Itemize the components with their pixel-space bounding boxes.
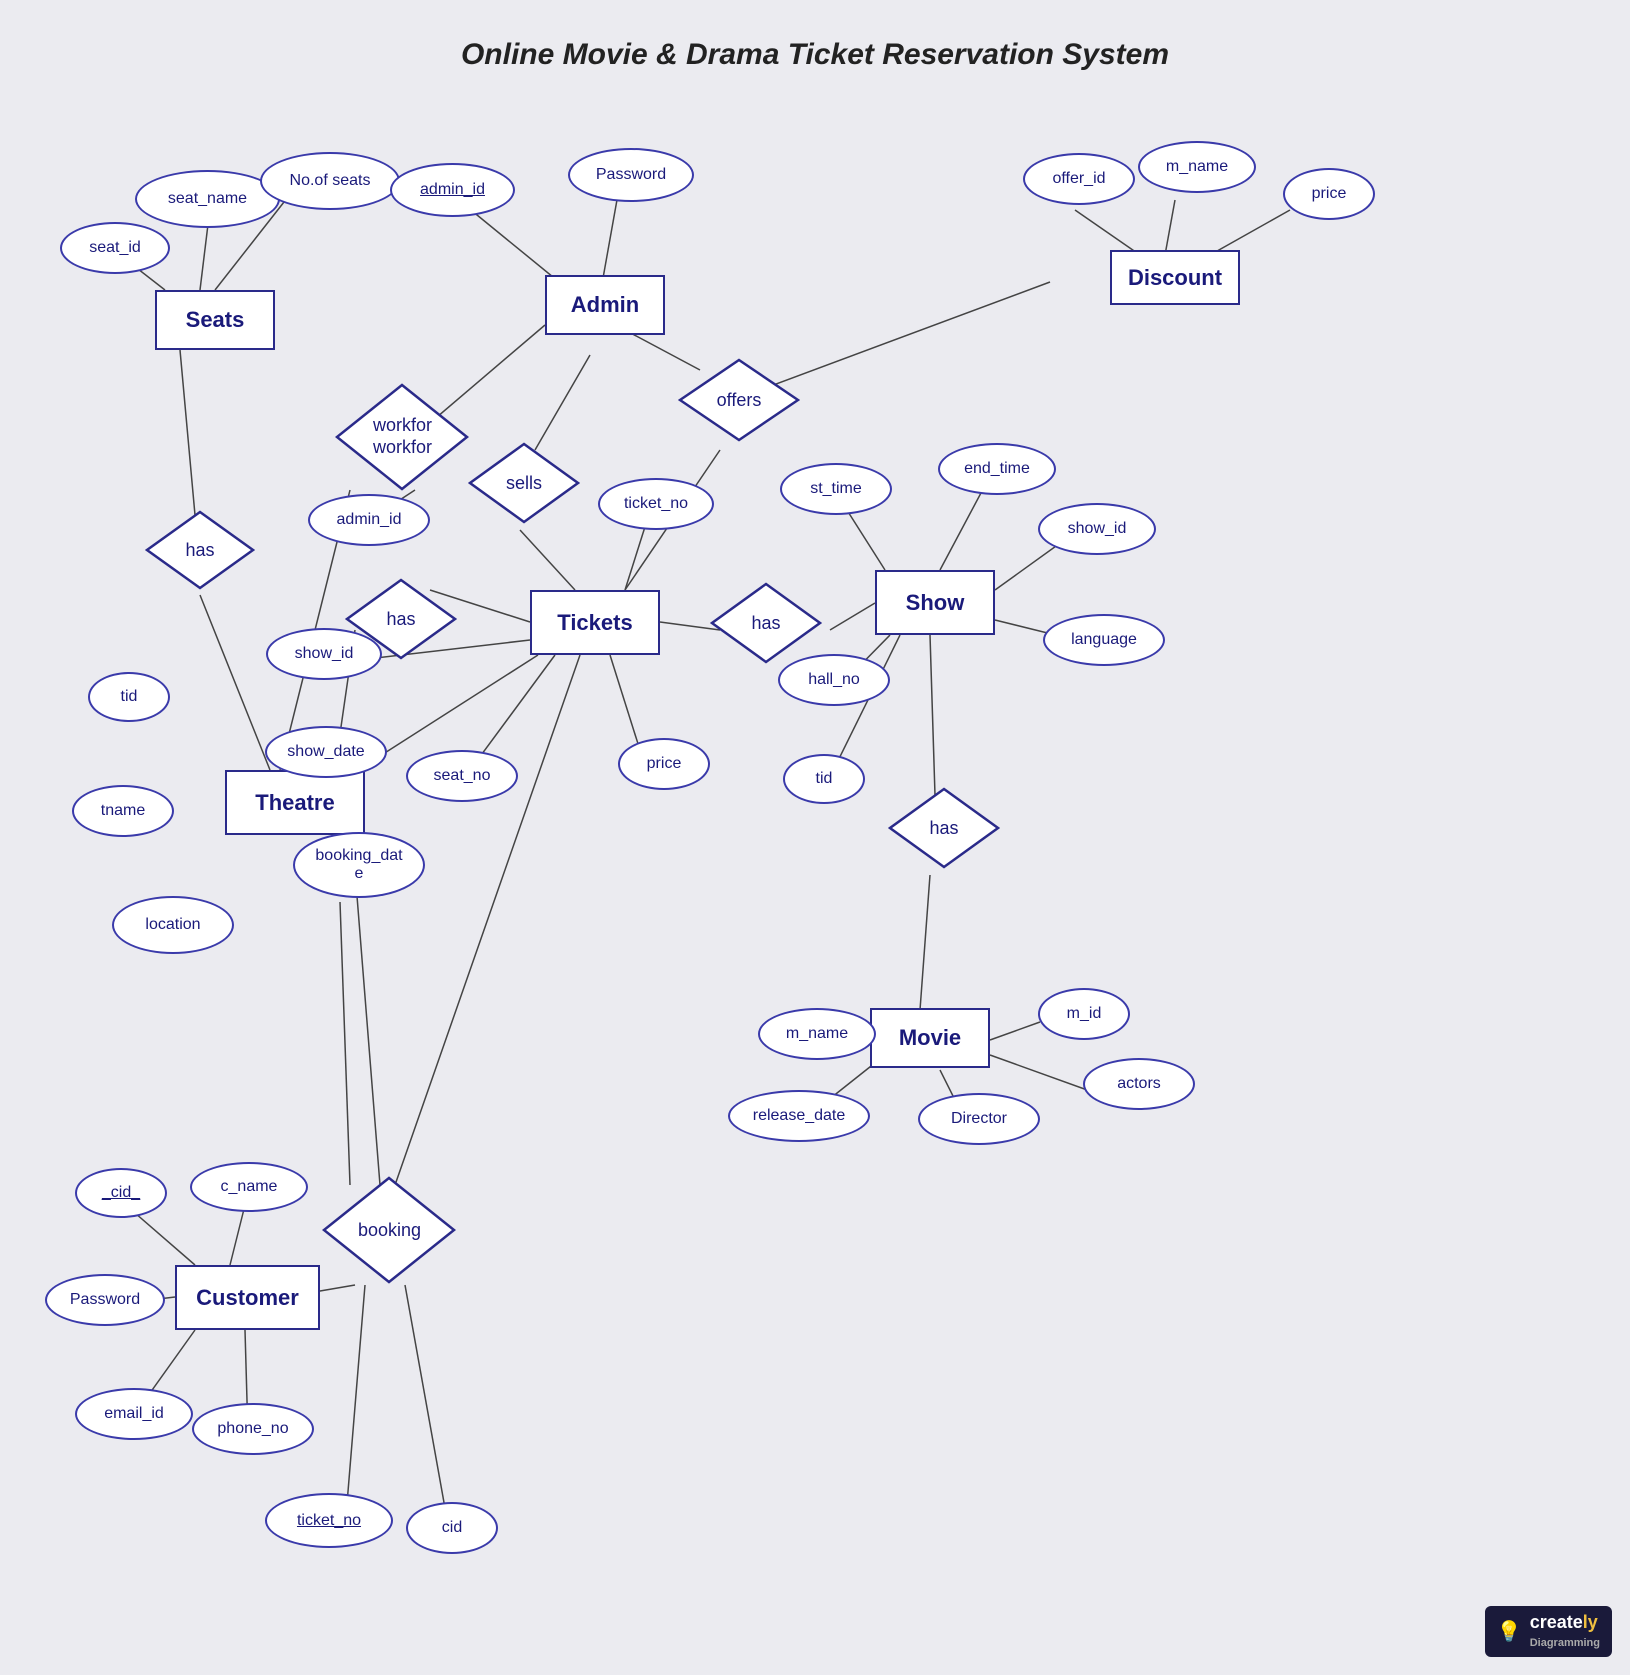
attr-m-id: m_id bbox=[1038, 988, 1130, 1040]
entity-discount: Discount bbox=[1110, 250, 1240, 305]
entity-tickets: Tickets bbox=[530, 590, 660, 655]
badge-label: creately Diagramming bbox=[1530, 1612, 1600, 1651]
attr-admin-id-top: admin_id bbox=[390, 163, 515, 217]
attr-seat-id: seat_id bbox=[60, 222, 170, 274]
attr-location: location bbox=[112, 896, 234, 954]
entity-theatre: Theatre bbox=[225, 770, 365, 835]
attr-c-name: c_name bbox=[190, 1162, 308, 1212]
rel-booking: booking bbox=[322, 1175, 457, 1285]
rel-has-seats-theatre: has bbox=[145, 510, 255, 590]
attr-price-tickets: price bbox=[618, 738, 710, 790]
attr-no-of-seats: No.of seats bbox=[260, 152, 400, 210]
entity-show: Show bbox=[875, 570, 995, 635]
attr-cid-booking: cid bbox=[406, 1502, 498, 1554]
attr-tname: tname bbox=[72, 785, 174, 837]
attr-ticket-no-tickets: ticket_no bbox=[598, 478, 714, 530]
attr-show-date: show_date bbox=[265, 726, 387, 778]
entity-seats: Seats bbox=[155, 290, 275, 350]
attr-admin-id-rel: admin_id bbox=[308, 494, 430, 546]
diagram-container: Online Movie & Drama Ticket Reservation … bbox=[0, 0, 1630, 1675]
rel-workfor: workfor workfor bbox=[335, 382, 470, 492]
attr-password-admin: Password bbox=[568, 148, 694, 202]
attr-ticket-no-booking: ticket_no bbox=[265, 1493, 393, 1548]
rel-has-show-movie: has bbox=[888, 787, 1000, 869]
attr-seat-name: seat_name bbox=[135, 170, 280, 228]
rel-has-theatre-tickets: has bbox=[345, 578, 457, 660]
page-title: Online Movie & Drama Ticket Reservation … bbox=[0, 38, 1630, 72]
attr-st-time: st_time bbox=[780, 463, 892, 515]
attr-password-cust: Password bbox=[45, 1274, 165, 1326]
entity-customer: Customer bbox=[175, 1265, 320, 1330]
attr-m-name-disc: m_name bbox=[1138, 141, 1256, 193]
attr-tid-theatre: tid bbox=[88, 672, 170, 722]
rel-sells: sells bbox=[468, 442, 580, 524]
attr-cid-customer: _cid_ bbox=[75, 1168, 167, 1218]
rel-has-tickets-show: has bbox=[710, 582, 822, 664]
attr-end-time: end_time bbox=[938, 443, 1056, 495]
attr-m-name-movie: m_name bbox=[758, 1008, 876, 1060]
attr-email-id: email_id bbox=[75, 1388, 193, 1440]
attr-price-disc: price bbox=[1283, 168, 1375, 220]
attr-actors: actors bbox=[1083, 1058, 1195, 1110]
attr-language: language bbox=[1043, 614, 1165, 666]
bulb-icon: 💡 bbox=[1497, 1619, 1522, 1644]
attr-phone-no: phone_no bbox=[192, 1403, 314, 1455]
attr-show-id-show: show_id bbox=[1038, 503, 1156, 555]
attr-director: Director bbox=[918, 1093, 1040, 1145]
entity-admin: Admin bbox=[545, 275, 665, 335]
attr-offer-id: offer_id bbox=[1023, 153, 1135, 205]
attr-release-date: release_date bbox=[728, 1090, 870, 1142]
attr-seat-no: seat_no bbox=[406, 750, 518, 802]
creately-badge: 💡 creately Diagramming bbox=[1485, 1606, 1612, 1657]
entity-movie: Movie bbox=[870, 1008, 990, 1068]
rel-offers: offers bbox=[678, 358, 800, 442]
attr-booking-date: booking_date bbox=[293, 832, 425, 898]
attr-tid-show: tid bbox=[783, 754, 865, 804]
